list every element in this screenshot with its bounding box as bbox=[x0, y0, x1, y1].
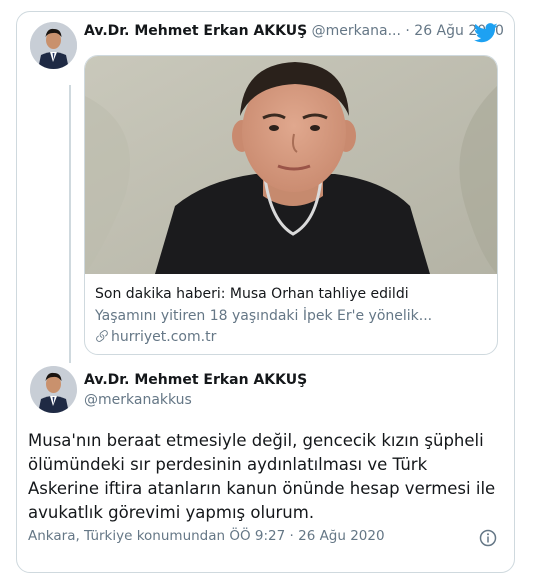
link-icon bbox=[96, 330, 108, 342]
link-preview-image bbox=[85, 56, 497, 274]
tweet-text-line: Askerine iftira atanların kanun önünde h… bbox=[28, 479, 496, 498]
quoted-author-handle[interactable]: @merkana... bbox=[312, 23, 401, 39]
tweet-text-line: Musa'nın beraat etmesiyle değil, genceci… bbox=[28, 431, 484, 450]
main-author-handle[interactable]: @merkanakkus bbox=[84, 392, 192, 408]
link-preview-card[interactable]: Son dakika haberi: Musa Orhan tahliye ed… bbox=[84, 55, 498, 355]
quoted-tweet-header: Av.Dr. Mehmet Erkan AKKUŞ @merkana... · … bbox=[84, 23, 504, 45]
tweet-text-line: ölümündeki sır perdesinin aydınlatılması… bbox=[28, 455, 428, 474]
avatar[interactable] bbox=[30, 22, 77, 69]
link-preview-description: Yaşamını yitiren 18 yaşındaki İpek Er'e … bbox=[95, 308, 433, 324]
link-preview-title: Son dakika haberi: Musa Orhan tahliye ed… bbox=[95, 286, 409, 302]
separator-dot: · bbox=[405, 23, 410, 39]
link-domain-text: hurriyet.com.tr bbox=[111, 329, 217, 345]
thread-connector-line bbox=[69, 85, 71, 363]
quoted-author-name[interactable]: Av.Dr. Mehmet Erkan AKKUŞ bbox=[84, 23, 307, 39]
avatar[interactable] bbox=[30, 366, 77, 413]
info-icon[interactable] bbox=[479, 529, 497, 547]
tweet-text-line: avukatlık görevimi yapmış olurum. bbox=[28, 503, 315, 522]
tweet-meta[interactable]: Ankara, Türkiye konumundan ÖÖ 9:27 · 26 … bbox=[28, 528, 385, 544]
main-author-name[interactable]: Av.Dr. Mehmet Erkan AKKUŞ bbox=[84, 372, 307, 388]
tweet-card: Av.Dr. Mehmet Erkan AKKUŞ @merkana... · … bbox=[16, 11, 515, 573]
link-preview-domain: hurriyet.com.tr bbox=[95, 329, 216, 345]
twitter-bird-icon[interactable] bbox=[474, 23, 498, 43]
tweet-text: Musa'nın beraat etmesiyle değil, genceci… bbox=[28, 429, 508, 525]
